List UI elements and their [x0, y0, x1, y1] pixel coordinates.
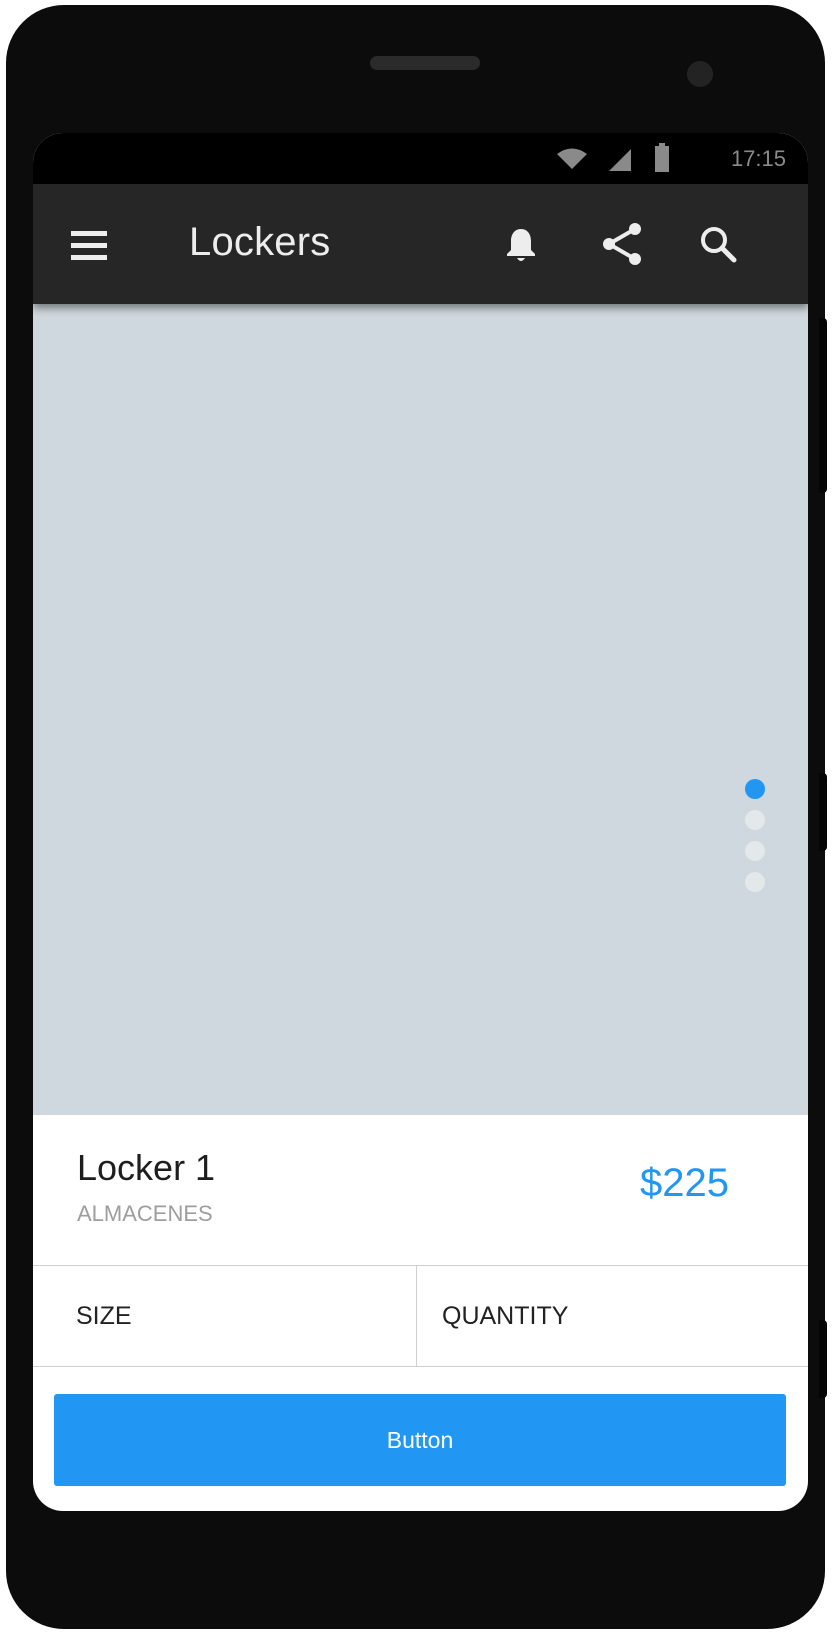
image-carousel[interactable]: [33, 304, 808, 1115]
search-button[interactable]: [692, 218, 744, 270]
share-button[interactable]: [594, 216, 650, 272]
size-label: SIZE: [76, 1301, 132, 1330]
primary-button-label: Button: [386, 1426, 454, 1453]
options-row: SIZE QUANTITY: [33, 1265, 808, 1367]
item-subtitle: ALMACENES: [77, 1201, 213, 1226]
bell-icon: [507, 229, 535, 261]
quantity-label: QUANTITY: [442, 1301, 569, 1330]
page-title: Lockers: [189, 220, 331, 264]
notifications-button[interactable]: [496, 220, 546, 270]
item-title: Locker 1: [77, 1147, 216, 1188]
share-icon: [603, 223, 641, 265]
search-icon: [701, 227, 737, 263]
power-button: [819, 318, 827, 493]
item-info: Locker 1 ALMACENES $225: [33, 1115, 808, 1265]
menu-button[interactable]: [59, 220, 119, 270]
carousel-pagination: [745, 779, 769, 903]
status-time: 17:15: [730, 146, 786, 171]
app-bar: Lockers: [33, 184, 808, 304]
side-button: [819, 1320, 827, 1398]
battery-icon: [655, 143, 669, 172]
menu-icon: [71, 231, 107, 260]
status-bar: 17:15: [33, 133, 808, 184]
primary-button[interactable]: Button: [54, 1394, 786, 1486]
earpiece-speaker: [370, 56, 480, 70]
front-camera: [687, 61, 713, 87]
carousel-dot[interactable]: [745, 810, 765, 830]
carousel-dot[interactable]: [745, 872, 765, 892]
item-price: $225: [640, 1161, 729, 1205]
screen: 17:15 Lockers Locker 1 ALMACENES $225 SI…: [33, 133, 808, 1511]
quantity-selector[interactable]: QUANTITY: [418, 1266, 808, 1366]
volume-button: [819, 773, 827, 851]
size-selector[interactable]: SIZE: [33, 1266, 417, 1366]
carousel-dot-active[interactable]: [745, 779, 765, 799]
phone-frame: 17:15 Lockers Locker 1 ALMACENES $225 SI…: [6, 5, 825, 1629]
wifi-icon: [557, 148, 587, 169]
signal-icon: [609, 149, 631, 171]
carousel-dot[interactable]: [745, 841, 765, 861]
